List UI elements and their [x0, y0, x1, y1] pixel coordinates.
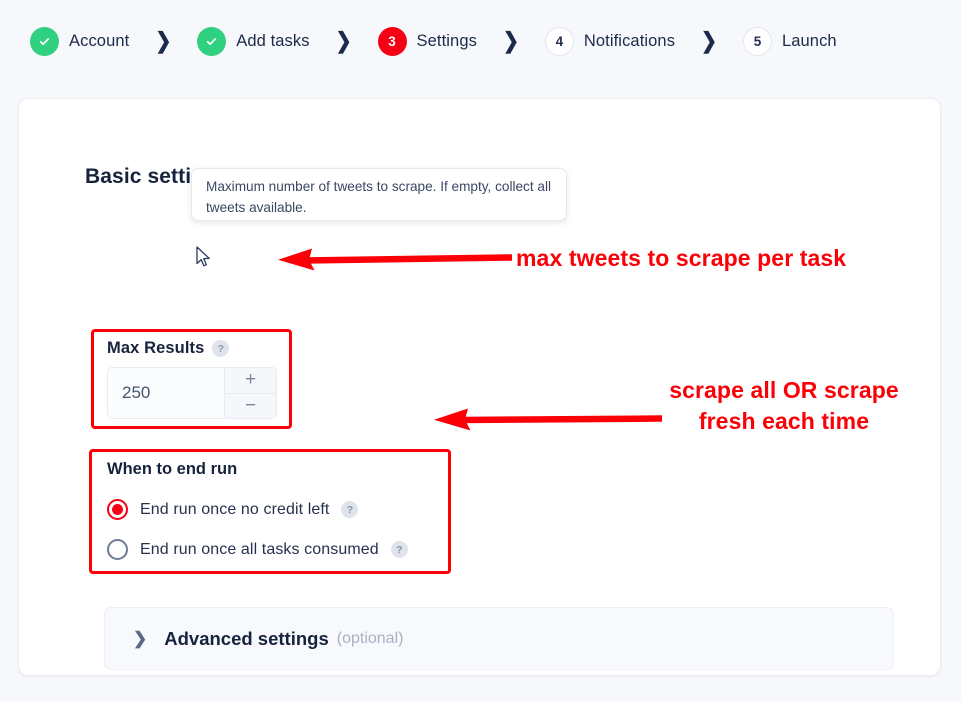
- wizard-stepper: Account ❯ Add tasks ❯ 3 Settings ❯ 4 Not…: [0, 0, 961, 82]
- max-results-increment-button[interactable]: +: [225, 368, 276, 394]
- max-results-decrement-button[interactable]: −: [225, 393, 276, 418]
- max-results-label: Max Results: [107, 339, 205, 357]
- page-root: Account ❯ Add tasks ❯ 3 Settings ❯ 4 Not…: [0, 0, 961, 701]
- step-settings-label: Settings: [416, 31, 477, 50]
- step-launch[interactable]: 5 Launch: [742, 26, 837, 56]
- step-launch-label: Launch: [781, 31, 837, 50]
- chevron-right-icon: ❯: [133, 629, 148, 648]
- end-run-option-all-tasks[interactable]: End run once all tasks consumed ?: [107, 539, 408, 560]
- annotation-label-end-run-line2: fresh each time: [698, 408, 870, 434]
- annotation-label-max-tweets: max tweets to scrape per task: [516, 245, 847, 271]
- step-account[interactable]: Account: [30, 26, 130, 56]
- step-account-badge-check-icon: [30, 26, 59, 56]
- max-results-label-row: Max Results ?: [107, 339, 230, 358]
- step-add-tasks-badge-check-icon: [197, 26, 227, 56]
- max-results-tooltip: Maximum number of tweets to scrape. If e…: [191, 168, 567, 221]
- step-add-tasks[interactable]: Add tasks: [197, 26, 310, 56]
- max-results-help-icon[interactable]: ?: [212, 340, 230, 357]
- max-results-group: Max Results ? 250 + −: [91, 329, 292, 429]
- end-run-option-all-tasks-radio[interactable]: [107, 539, 128, 560]
- step-notifications-badge: 4: [544, 26, 574, 56]
- step-add-tasks-label: Add tasks: [236, 31, 310, 50]
- end-run-option-no-credit-label: End run once no credit left: [140, 500, 330, 518]
- max-results-input[interactable]: 250: [108, 368, 224, 418]
- end-run-option-all-tasks-label: End run once all tasks consumed: [140, 540, 379, 558]
- advanced-settings-title: Advanced settings: [164, 627, 329, 649]
- step-account-label: Account: [69, 31, 130, 50]
- max-results-input-wrapper[interactable]: 250 + −: [107, 367, 277, 419]
- advanced-settings-accordion[interactable]: ❯ Advanced settings (optional): [104, 607, 894, 670]
- end-run-option-no-credit[interactable]: End run once no credit left ?: [107, 499, 359, 520]
- step-separator-1-chevron-right-icon: ❯: [155, 28, 172, 54]
- end-run-option-no-credit-radio[interactable]: [107, 499, 128, 520]
- step-separator-4-chevron-right-icon: ❯: [701, 28, 717, 54]
- step-separator-3-chevron-right-icon: ❯: [502, 28, 519, 54]
- end-run-title: When to end run: [107, 460, 238, 478]
- end-run-option-no-credit-help-icon[interactable]: ?: [341, 501, 359, 518]
- step-separator-2-chevron-right-icon: ❯: [335, 28, 352, 54]
- advanced-settings-optional-label: (optional): [336, 629, 404, 647]
- step-launch-badge: 5: [742, 26, 772, 56]
- step-notifications-label: Notifications: [583, 31, 676, 50]
- step-settings-badge: 3: [377, 26, 407, 56]
- max-results-stepper: + −: [224, 368, 276, 418]
- step-notifications[interactable]: 4 Notifications: [544, 26, 676, 56]
- step-settings[interactable]: 3 Settings: [377, 26, 477, 56]
- annotation-label-end-run-line1: scrape all OR scrape: [669, 377, 899, 403]
- end-run-option-all-tasks-help-icon[interactable]: ?: [390, 541, 408, 558]
- annotation-label-end-run: scrape all OR scrape fresh each time: [639, 375, 929, 437]
- end-run-group: When to end run End run once no credit l…: [89, 449, 451, 574]
